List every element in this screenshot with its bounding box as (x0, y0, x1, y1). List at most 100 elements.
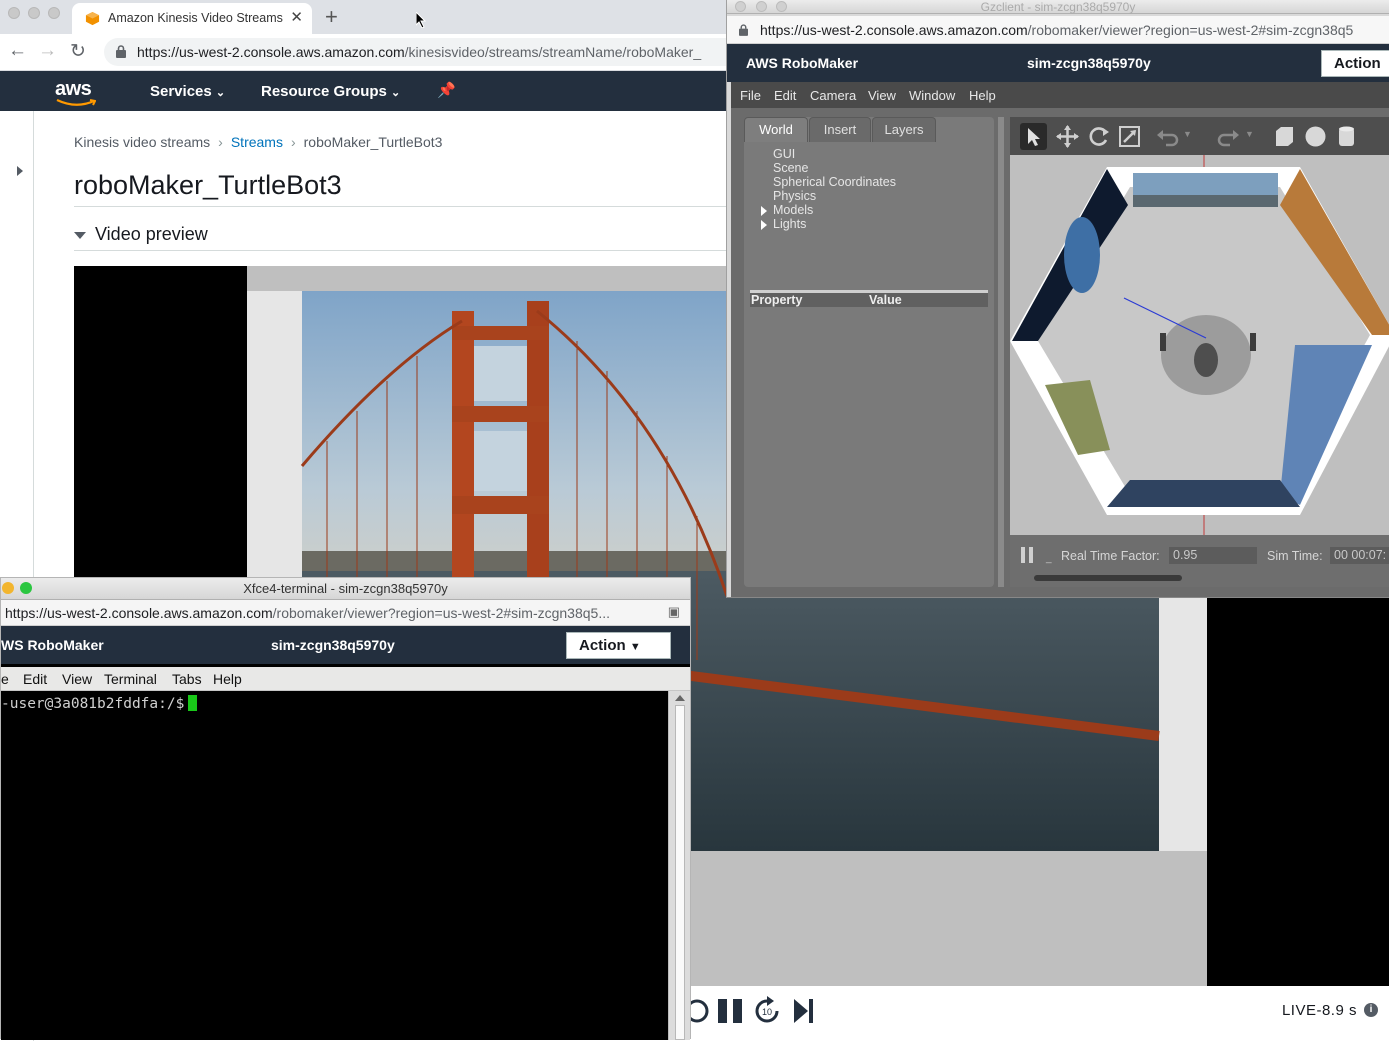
pin-icon[interactable]: 📌 (437, 81, 456, 99)
real-time-factor-value: 0.95 (1169, 547, 1257, 564)
terminal-menubar: e Edit View Terminal Tabs Help (1, 667, 690, 691)
value-column-header: Value (869, 293, 902, 307)
terminal-output[interactable]: -user@3a081b2fddfa:/$ (1, 691, 668, 1040)
undo-icon[interactable] (1154, 123, 1181, 150)
menu-camera[interactable]: Camera (810, 88, 856, 103)
chevron-right-icon: › (290, 134, 296, 150)
simulation-status-bar: _ Real Time Factor: 0.95 Sim Time: 00 00… (1010, 535, 1389, 587)
menu-file[interactable]: File (740, 88, 761, 103)
lock-icon (739, 24, 748, 36)
tab-layers[interactable]: Layers (872, 117, 936, 142)
select-arrow-icon[interactable] (1020, 123, 1047, 150)
terminal-scrollbar[interactable] (668, 691, 690, 1040)
resource-groups-menu[interactable]: Resource Groups ⌄ (261, 83, 400, 100)
tab-insert[interactable]: Insert (809, 117, 871, 142)
terminal-titlebar: Xfce4-terminal - sim-zcgn38q5970y (1, 578, 690, 600)
pause-simulation-icon[interactable] (1021, 547, 1035, 563)
rotate-icon[interactable] (1085, 123, 1112, 150)
tree-item-models[interactable]: Models (761, 203, 896, 217)
tree-item-scene[interactable]: Scene (773, 161, 896, 175)
caret-down-icon (74, 231, 86, 239)
gzclient-url: https://us-west-2.console.aws.amazon.com… (760, 22, 1354, 38)
breadcrumb-root[interactable]: Kinesis video streams (74, 134, 210, 150)
tab-world[interactable]: World (744, 117, 808, 142)
reload-icon[interactable]: ↻ (70, 40, 86, 63)
window-close-button[interactable] (8, 7, 20, 19)
robomaker-header: WS RoboMaker sim-zcgn38q5970y Action ▼ (1, 626, 690, 664)
tree-item-gui[interactable]: GUI (773, 147, 896, 161)
action-button[interactable]: Action (1321, 50, 1389, 77)
tree-item-spherical-coordinates[interactable]: Spherical Coordinates (773, 175, 896, 189)
tree-item-physics[interactable]: Physics (773, 189, 896, 203)
expand-arrow-icon[interactable] (761, 206, 767, 216)
window-minimize-button[interactable] (28, 7, 40, 19)
address-url: https://us-west-2.console.aws.amazon.com… (137, 44, 702, 60)
horizontal-scrollbar[interactable] (1034, 575, 1182, 581)
gazebo-app: File Edit Camera View Window Help World … (731, 82, 1389, 597)
menu-edit[interactable]: Edit (23, 671, 47, 687)
scroll-up-icon[interactable] (675, 695, 685, 701)
sphere-shape-icon[interactable] (1302, 123, 1329, 150)
tab-title: Amazon Kinesis Video Streams (108, 11, 283, 25)
menu-window[interactable]: Window (909, 88, 955, 103)
live-latency-label: LIVE-8.9 s (1281, 1002, 1357, 1019)
cylinder-shape-icon[interactable] (1333, 123, 1360, 150)
gzclient-url-bar[interactable]: https://us-west-2.console.aws.amazon.com… (727, 16, 1389, 44)
menu-terminal[interactable]: Terminal (104, 671, 157, 687)
step-icon[interactable]: _ (1046, 553, 1052, 564)
terminal-url-bar[interactable]: https://us-west-2.console.aws.amazon.com… (1, 600, 690, 626)
info-icon[interactable]: i (1364, 1003, 1378, 1017)
menu-help[interactable]: Help (213, 671, 242, 687)
close-tab-icon[interactable]: ✕ (290, 8, 303, 26)
simulation-id: sim-zcgn38q5970y (1027, 55, 1151, 71)
3d-viewport[interactable] (1010, 155, 1389, 535)
panel-splitter[interactable] (998, 117, 1004, 587)
menu-help[interactable]: Help (969, 88, 996, 103)
aws-smile-icon (56, 99, 96, 106)
box-shape-icon[interactable] (1271, 123, 1298, 150)
clipboard-icon[interactable]: ▣ (668, 604, 680, 620)
property-column-header: Property (751, 293, 803, 307)
menu-file[interactable]: e (1, 671, 9, 687)
expand-arrow-icon[interactable] (761, 220, 767, 230)
world-tree: GUI Scene Spherical Coordinates Physics … (761, 147, 896, 231)
simulation-id: sim-zcgn38q5970y (271, 637, 395, 653)
menu-view[interactable]: View (868, 88, 896, 103)
terminal-window: Xfce4-terminal - sim-zcgn38q5970y https:… (0, 577, 691, 1040)
browser-tab-kinesis[interactable]: Amazon Kinesis Video Streams ✕ (72, 3, 312, 34)
scroll-thumb[interactable] (675, 705, 685, 1040)
tree-item-lights[interactable]: Lights (761, 217, 896, 231)
text-cursor (188, 695, 198, 711)
divider (74, 250, 734, 251)
chevron-right-icon: › (218, 134, 223, 150)
mouse-pointer-icon (416, 12, 426, 28)
pause-icon[interactable] (716, 996, 746, 1026)
action-button[interactable]: Action ▼ (566, 632, 671, 659)
forward-arrow-icon[interactable]: → (38, 40, 57, 62)
hexagon-world-scene (1010, 155, 1389, 535)
sim-time-value: 00 00:07: (1330, 547, 1389, 564)
divider (74, 206, 734, 207)
new-tab-icon[interactable]: + (325, 4, 338, 30)
gazebo-menubar: File Edit Camera View Window Help (731, 82, 1389, 108)
gzclient-window: Gzclient - sim-zcgn38q5970y https://us-w… (726, 0, 1389, 598)
undo-dropdown-icon[interactable]: ▼ (1183, 129, 1192, 139)
robomaker-brand: WS RoboMaker (1, 637, 104, 653)
video-preview-toggle[interactable]: Video preview (74, 224, 208, 245)
translate-icon[interactable] (1054, 123, 1081, 150)
menu-edit[interactable]: Edit (774, 88, 796, 103)
breadcrumb-streams[interactable]: Streams (231, 134, 283, 150)
services-menu[interactable]: Services ⌄ (150, 83, 225, 100)
robomaker-header: AWS RoboMaker sim-zcgn38q5970y Action (727, 44, 1389, 82)
forward-10-icon[interactable]: 10 (752, 996, 782, 1026)
menu-view[interactable]: View (62, 671, 92, 687)
back-arrow-icon[interactable]: ← (8, 40, 27, 62)
redo-icon[interactable] (1215, 123, 1242, 150)
menu-tabs[interactable]: Tabs (172, 671, 202, 687)
scale-icon[interactable] (1116, 123, 1143, 150)
aws-logo[interactable]: aws (55, 78, 92, 101)
window-maximize-button[interactable] (48, 7, 60, 19)
redo-dropdown-icon[interactable]: ▼ (1245, 129, 1254, 139)
skip-to-live-icon[interactable] (792, 996, 816, 1026)
robomaker-brand: AWS RoboMaker (746, 55, 859, 71)
